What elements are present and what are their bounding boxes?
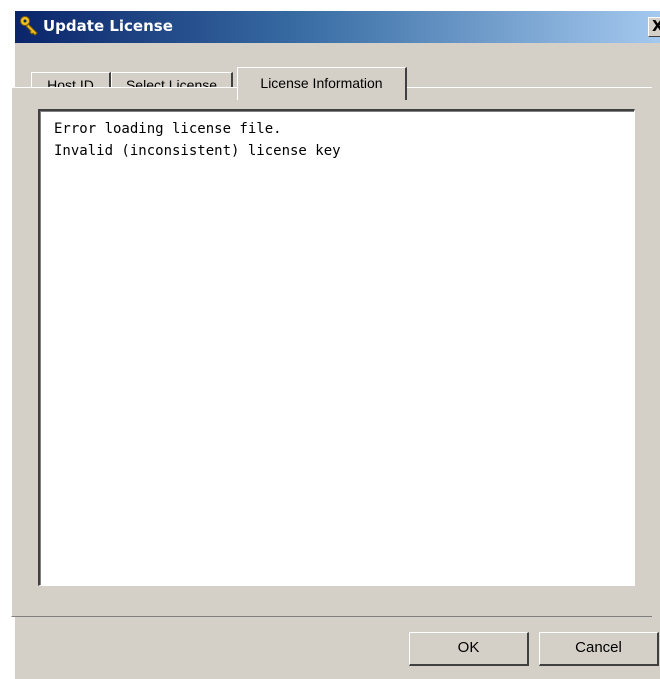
tab-license-information[interactable]: License Information [237, 67, 407, 100]
window-title: Update License [43, 17, 173, 35]
title-bar[interactable]: Update License X [15, 11, 660, 43]
license-info-line: Error loading license file. [54, 121, 282, 137]
key-icon [19, 15, 41, 37]
license-info-textbox[interactable]: Error loading license file. Invalid (inc… [38, 109, 635, 586]
close-button[interactable]: X [648, 17, 660, 37]
ok-button[interactable]: OK [409, 632, 529, 666]
cancel-button[interactable]: Cancel [539, 632, 659, 666]
license-info-line: Invalid (inconsistent) license key [54, 143, 341, 159]
